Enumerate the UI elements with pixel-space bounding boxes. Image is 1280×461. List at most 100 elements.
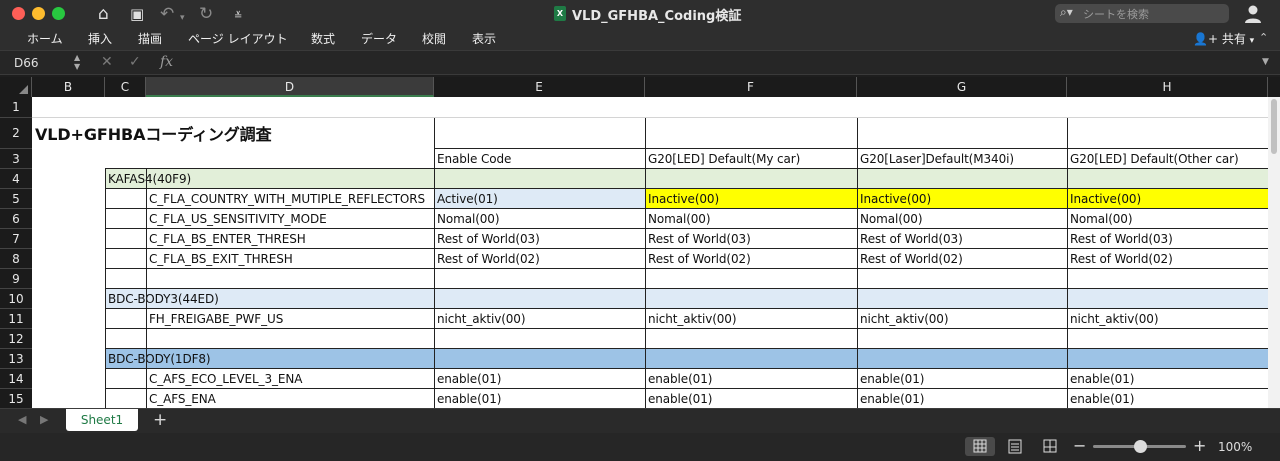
- cell-d15[interactable]: C_AFS_ENA: [146, 389, 434, 408]
- row-header-9[interactable]: 9: [0, 269, 32, 289]
- cell-e6[interactable]: Nomal(00): [434, 209, 645, 229]
- column-header-b[interactable]: B: [32, 77, 105, 97]
- cell-f15[interactable]: enable(01): [645, 389, 857, 408]
- maximize-window-button[interactable]: [52, 7, 65, 20]
- add-sheet-icon[interactable]: +: [153, 410, 167, 430]
- cell-c13[interactable]: BDC-BODY(1DF8): [105, 349, 434, 369]
- cell-g8[interactable]: Rest of World(02): [857, 249, 1067, 269]
- tab-page-layout[interactable]: ページ レイアウト: [188, 30, 288, 47]
- tab-view[interactable]: 表示: [472, 30, 496, 47]
- cell-g11[interactable]: nicht_aktiv(00): [857, 309, 1067, 329]
- zoom-level[interactable]: 100%: [1218, 440, 1252, 454]
- column-header-f[interactable]: F: [645, 77, 857, 97]
- cell-f6[interactable]: Nomal(00): [645, 209, 857, 229]
- zoom-out-button[interactable]: −: [1073, 436, 1086, 455]
- row-header-2[interactable]: 2: [0, 118, 32, 149]
- insert-function-icon[interactable]: fx: [160, 54, 173, 70]
- minimize-window-button[interactable]: [32, 7, 45, 20]
- row-header-6[interactable]: 6: [0, 209, 32, 229]
- cell-h11[interactable]: nicht_aktiv(00): [1067, 309, 1268, 329]
- row-header-7[interactable]: 7: [0, 229, 32, 249]
- undo-icon[interactable]: ↶: [160, 4, 174, 24]
- cell-h5[interactable]: Inactive(00): [1067, 189, 1268, 209]
- row-header-5[interactable]: 5: [0, 189, 32, 209]
- column-header-d[interactable]: D: [146, 77, 434, 97]
- next-sheet-icon[interactable]: ▶: [40, 413, 48, 426]
- tab-data[interactable]: データ: [361, 30, 397, 47]
- cell-e5[interactable]: Active(01): [434, 189, 645, 209]
- cell-d6[interactable]: C_FLA_US_SENSITIVITY_MODE: [146, 209, 434, 229]
- cell-f8[interactable]: Rest of World(02): [645, 249, 857, 269]
- name-box-stepper-icon[interactable]: ▲ ▼: [74, 53, 80, 71]
- cancel-entry-icon[interactable]: ✕: [101, 54, 113, 70]
- zoom-in-button[interactable]: +: [1193, 436, 1206, 455]
- row-header-15[interactable]: 15: [0, 389, 32, 408]
- page-layout-view-button[interactable]: [1000, 437, 1030, 456]
- sheet-tab-sheet1[interactable]: Sheet1: [66, 409, 138, 431]
- cell-g6[interactable]: Nomal(00): [857, 209, 1067, 229]
- cell-h8[interactable]: Rest of World(02): [1067, 249, 1268, 269]
- cell-d14[interactable]: C_AFS_ECO_LEVEL_3_ENA: [146, 369, 434, 389]
- cell-h3[interactable]: G20[LED] Default(Other car): [1067, 149, 1268, 169]
- cell-f7[interactable]: Rest of World(03): [645, 229, 857, 249]
- cell-h7[interactable]: Rest of World(03): [1067, 229, 1268, 249]
- column-header-c[interactable]: C: [105, 77, 146, 97]
- undo-dropdown-icon[interactable]: ▾: [180, 8, 185, 28]
- tab-draw[interactable]: 描画: [138, 30, 162, 47]
- cell-c10[interactable]: BDC-BODY3(44ED): [105, 289, 434, 309]
- tab-insert[interactable]: 挿入: [88, 30, 112, 47]
- collapse-ribbon-icon[interactable]: ⌃: [1259, 31, 1268, 44]
- column-header-g[interactable]: G: [857, 77, 1067, 97]
- cell-e14[interactable]: enable(01): [434, 369, 645, 389]
- cell-f11[interactable]: nicht_aktiv(00): [645, 309, 857, 329]
- row-header-14[interactable]: 14: [0, 369, 32, 389]
- cell-e7[interactable]: Rest of World(03): [434, 229, 645, 249]
- save-icon[interactable]: ▣: [130, 4, 144, 24]
- page-break-view-button[interactable]: [1035, 437, 1065, 456]
- tab-review[interactable]: 校閲: [422, 30, 446, 47]
- close-window-button[interactable]: [12, 7, 25, 20]
- row-header-10[interactable]: 10: [0, 289, 32, 309]
- row-header-12[interactable]: 12: [0, 329, 32, 349]
- cell-g15[interactable]: enable(01): [857, 389, 1067, 408]
- row-header-1[interactable]: 1: [0, 97, 32, 118]
- cell-b2[interactable]: VLD+GFHBAコーディング調査: [32, 118, 434, 149]
- expand-formula-bar-icon[interactable]: ▼: [1262, 57, 1269, 67]
- home-icon[interactable]: ⌂: [98, 4, 109, 24]
- row-header-11[interactable]: 11: [0, 309, 32, 329]
- cell-f5[interactable]: Inactive(00): [645, 189, 857, 209]
- scroll-thumb[interactable]: [1271, 99, 1277, 154]
- cell-h14[interactable]: enable(01): [1067, 369, 1268, 389]
- cell-e15[interactable]: enable(01): [434, 389, 645, 408]
- zoom-slider-thumb[interactable]: [1133, 440, 1147, 453]
- cell-d7[interactable]: C_FLA_BS_ENTER_THRESH: [146, 229, 434, 249]
- cell-d8[interactable]: C_FLA_BS_EXIT_THRESH: [146, 249, 434, 269]
- cell-g3[interactable]: G20[Laser]Default(M340i): [857, 149, 1067, 169]
- row-header-8[interactable]: 8: [0, 249, 32, 269]
- sheet-search-input[interactable]: ⌕▾ シートを検索: [1055, 4, 1229, 23]
- cell-e3[interactable]: Enable Code: [434, 149, 645, 169]
- user-account-icon[interactable]: [1244, 4, 1262, 24]
- cell-g14[interactable]: enable(01): [857, 369, 1067, 389]
- cell-g7[interactable]: Rest of World(03): [857, 229, 1067, 249]
- row-header-3[interactable]: 3: [0, 149, 32, 169]
- name-box[interactable]: D66: [14, 56, 39, 70]
- prev-sheet-icon[interactable]: ◀: [18, 413, 26, 426]
- cell-d5[interactable]: C_FLA_COUNTRY_WITH_MUTIPLE_REFLECTORS: [146, 189, 434, 209]
- tab-formulas[interactable]: 数式: [311, 30, 335, 47]
- cell-c4[interactable]: KAFAS4(40F9): [105, 169, 434, 189]
- normal-view-button[interactable]: [965, 437, 995, 456]
- tab-home[interactable]: ホーム: [27, 30, 63, 47]
- column-header-e[interactable]: E: [434, 77, 645, 97]
- row-header-13[interactable]: 13: [0, 349, 32, 369]
- cell-d11[interactable]: FH_FREIGABE_PWF_US: [146, 309, 434, 329]
- column-header-h[interactable]: H: [1067, 77, 1268, 97]
- select-all-button[interactable]: [0, 77, 32, 97]
- row-header-4[interactable]: 4: [0, 169, 32, 189]
- cell-h6[interactable]: Nomal(00): [1067, 209, 1268, 229]
- cell-e8[interactable]: Rest of World(02): [434, 249, 645, 269]
- customize-toolbar-icon[interactable]: ≚: [234, 7, 242, 27]
- cell-h15[interactable]: enable(01): [1067, 389, 1268, 408]
- cell-f3[interactable]: G20[LED] Default(My car): [645, 149, 857, 169]
- cell-e11[interactable]: nicht_aktiv(00): [434, 309, 645, 329]
